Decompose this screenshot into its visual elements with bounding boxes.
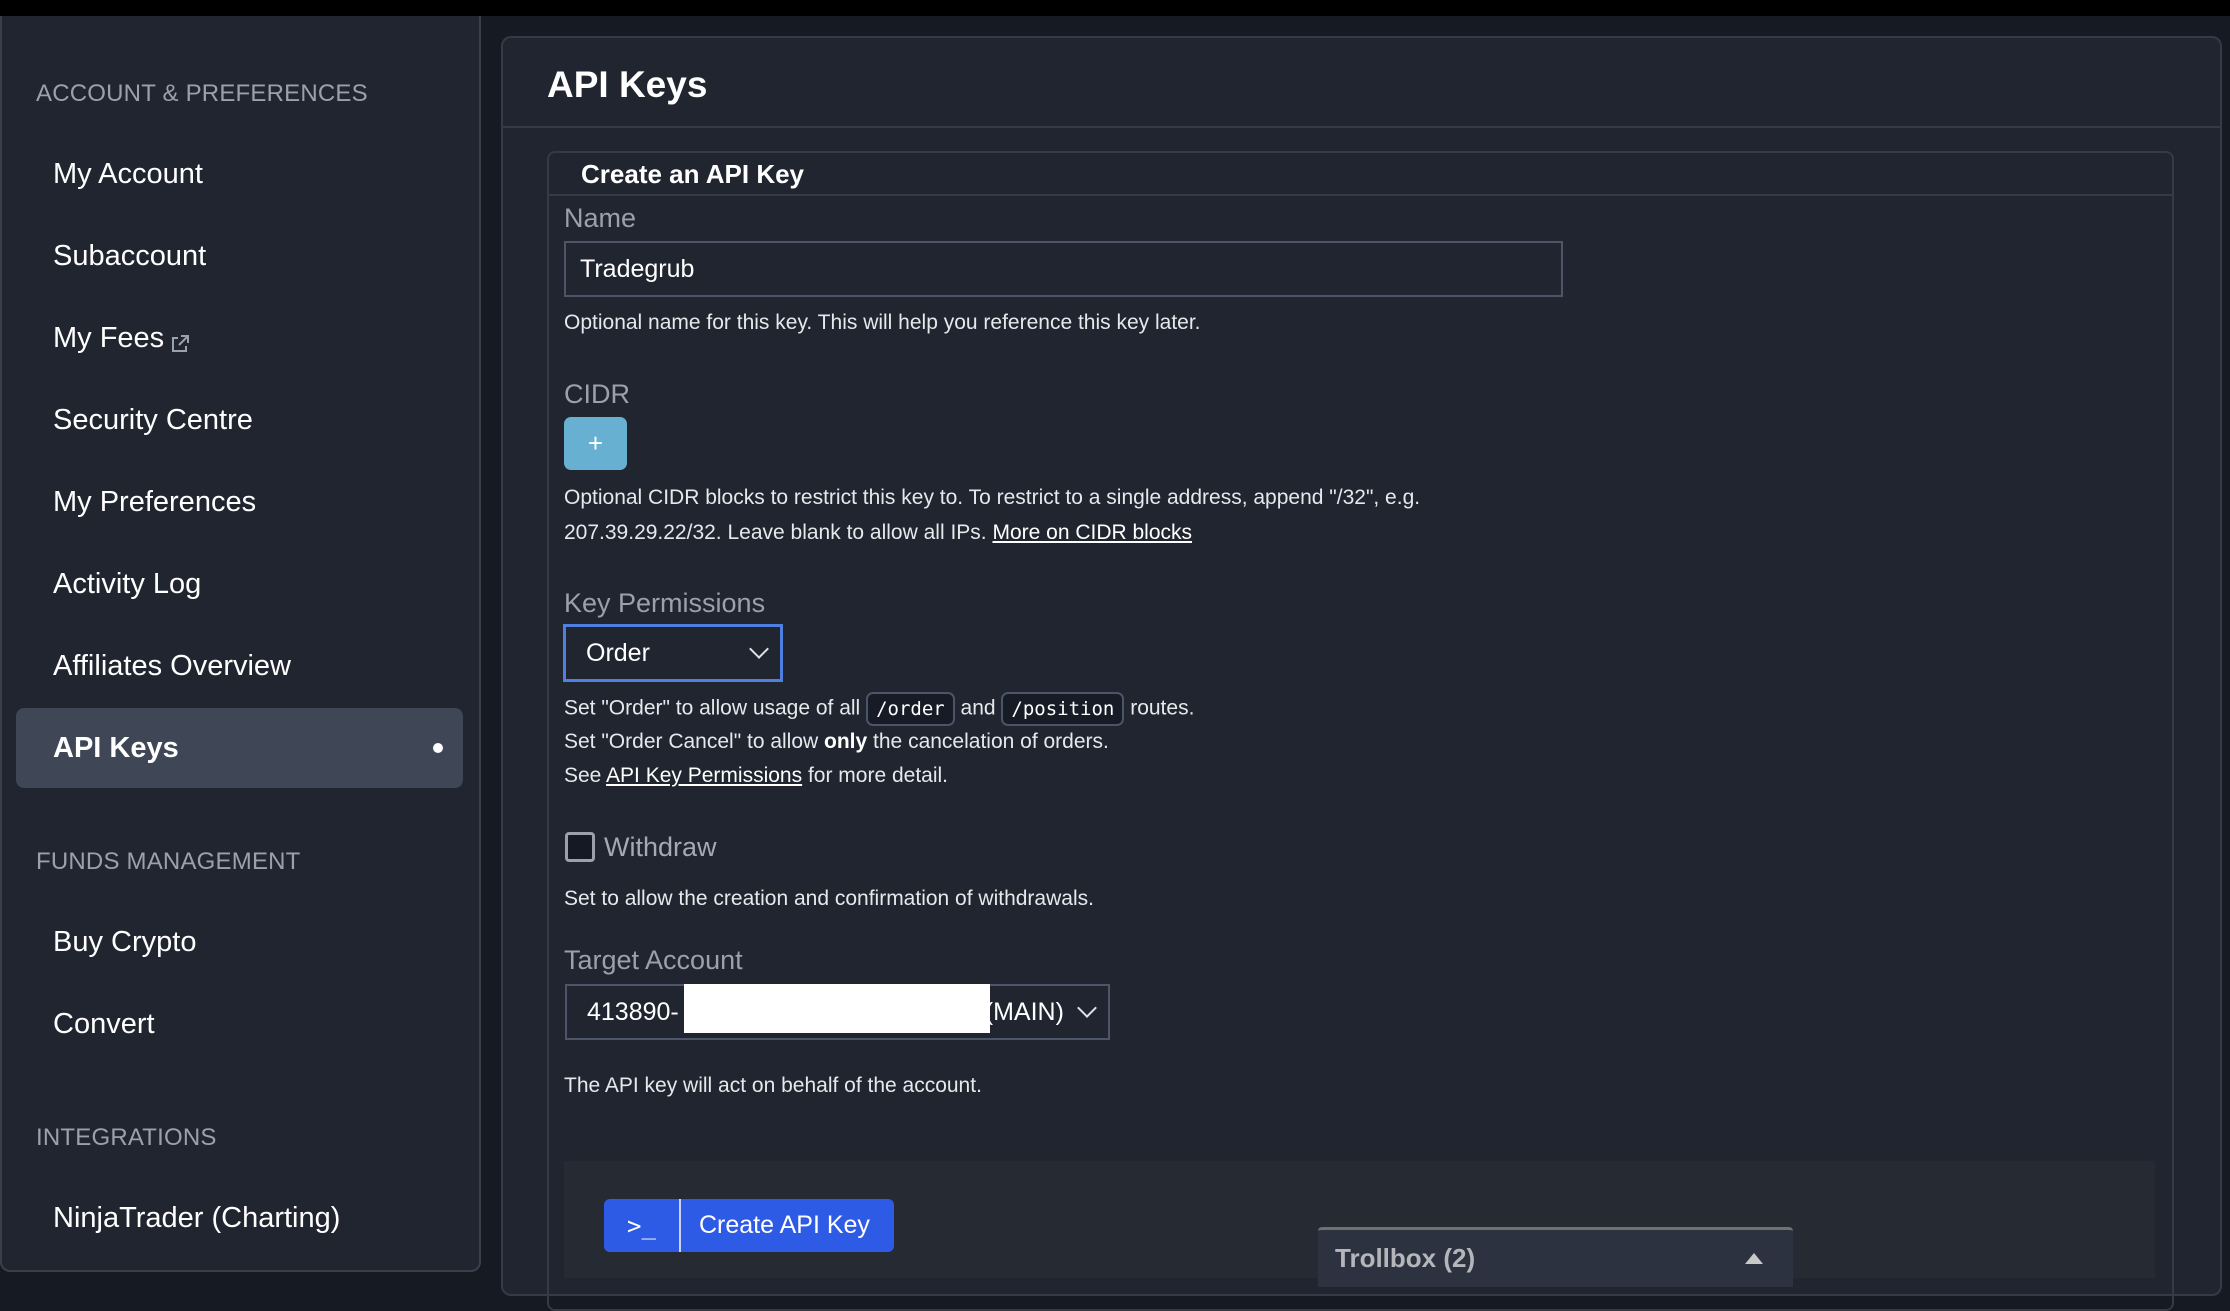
card-title: Create an API Key [581, 159, 805, 189]
sidebar-item-activity-log[interactable]: Activity Log [16, 544, 463, 624]
withdraw-help-text: Set to allow the creation and confirmati… [564, 887, 1094, 910]
sidebar-item-affiliates-overview[interactable]: Affiliates Overview [16, 626, 463, 706]
help-text: Set "Order" to allow usage of all [564, 696, 867, 720]
permissions-help-line-2: Set "Order Cancel" to allow only the can… [564, 728, 1109, 756]
sidebar-item-buy-crypto[interactable]: Buy Crypto [16, 902, 463, 982]
cidr-help-line-2: 207.39.29.22/32. Leave blank to allow al… [564, 519, 1192, 547]
sidebar-item-convert[interactable]: Convert [16, 984, 463, 1064]
plus-icon: + [587, 428, 604, 458]
caret-up-icon [1745, 1253, 1763, 1264]
divider [549, 194, 2172, 196]
name-input-value: Tradegrub [580, 254, 695, 283]
help-text: and [954, 696, 1002, 720]
sidebar-item-label: Activity Log [53, 567, 202, 600]
api-key-permissions-link[interactable]: API Key Permissions [606, 764, 802, 787]
name-help-text: Optional name for this key. This will he… [564, 311, 1201, 334]
sidebar-item-label: API Keys [53, 731, 179, 764]
external-link-icon [170, 329, 190, 352]
position-route-code: /position [1001, 692, 1125, 726]
redacted-block [684, 984, 990, 1033]
help-text: for more detail. [802, 764, 949, 787]
sidebar-item-label: Buy Crypto [53, 925, 197, 958]
help-text: routes. [1124, 696, 1195, 720]
target-account-help-text: The API key will act on behalf of the ac… [564, 1074, 982, 1097]
active-indicator-dot [433, 743, 443, 753]
permissions-help-line-1: Set "Order" to allow usage of all /order… [564, 692, 1194, 726]
emphasis-text: only [824, 730, 868, 753]
sidebar-item-label: NinjaTrader (Charting) [53, 1201, 341, 1234]
chevron-down-icon [749, 639, 769, 659]
create-api-key-button[interactable]: >_ Create API Key [604, 1199, 894, 1252]
sidebar-item-label: Convert [53, 1007, 155, 1040]
section-header-account: ACCOUNT & PREFERENCES [36, 80, 368, 107]
help-text: See [564, 764, 607, 787]
sidebar-item-subaccount[interactable]: Subaccount [16, 216, 463, 296]
help-text: the cancelation of orders. [867, 730, 1109, 753]
sidebar-item-ninjatrader[interactable]: NinjaTrader (Charting) [16, 1178, 463, 1258]
sidebar-item-label: Subaccount [53, 239, 207, 272]
key-permissions-label: Key Permissions [564, 588, 766, 618]
sidebar-item-label: My Preferences [53, 485, 257, 518]
section-header-integrations: INTEGRATIONS [36, 1124, 217, 1151]
sidebar-item-api-keys[interactable]: API Keys [16, 708, 463, 788]
create-api-key-label: Create API Key [699, 1211, 870, 1239]
key-permissions-select[interactable]: Order [563, 624, 783, 682]
name-input[interactable]: Tradegrub [564, 241, 1563, 297]
sidebar-item-label: Affiliates Overview [53, 649, 291, 682]
cidr-blocks-link[interactable]: More on CIDR blocks [992, 521, 1192, 544]
name-label: Name [564, 203, 637, 233]
help-text: Set "Order Cancel" to allow [564, 730, 825, 753]
divider [503, 126, 2220, 128]
cidr-label: CIDR [564, 379, 630, 409]
sidebar: ACCOUNT & PREFERENCES My Account Subacco… [0, 16, 481, 1272]
cidr-help-text: 207.39.29.22/32. Leave blank to allow al… [564, 521, 993, 544]
withdraw-label[interactable]: Withdraw [604, 830, 717, 864]
order-route-code: /order [866, 692, 955, 726]
target-account-suffix: (MAIN) [984, 997, 1064, 1026]
add-cidr-button[interactable]: + [564, 417, 627, 470]
sidebar-item-my-account[interactable]: My Account [16, 134, 463, 214]
sidebar-item-my-preferences[interactable]: My Preferences [16, 462, 463, 542]
sidebar-item-security-centre[interactable]: Security Centre [16, 380, 463, 460]
sidebar-item-label: My Account [53, 157, 203, 190]
terminal-icon: >_ [604, 1199, 681, 1252]
sidebar-item-label: My Fees [53, 321, 165, 354]
target-account-prefix: 413890- [587, 997, 679, 1026]
chevron-down-icon [1077, 998, 1097, 1018]
cidr-help-line-1: Optional CIDR blocks to restrict this ke… [564, 486, 1421, 509]
sidebar-item-label: Security Centre [53, 403, 253, 436]
section-header-funds: FUNDS MANAGEMENT [36, 848, 301, 875]
page-title: API Keys [547, 64, 708, 105]
withdraw-checkbox[interactable] [565, 832, 595, 862]
key-permissions-value: Order [586, 638, 650, 667]
sidebar-item-my-fees[interactable]: My Fees [16, 298, 463, 378]
target-account-label: Target Account [564, 945, 743, 975]
top-bar [0, 0, 2230, 16]
trollbox-title: Trollbox (2) [1335, 1243, 1476, 1273]
trollbox-toggle[interactable]: Trollbox (2) [1318, 1227, 1793, 1287]
permissions-help-line-3: See API Key Permissions for more detail. [564, 762, 948, 790]
